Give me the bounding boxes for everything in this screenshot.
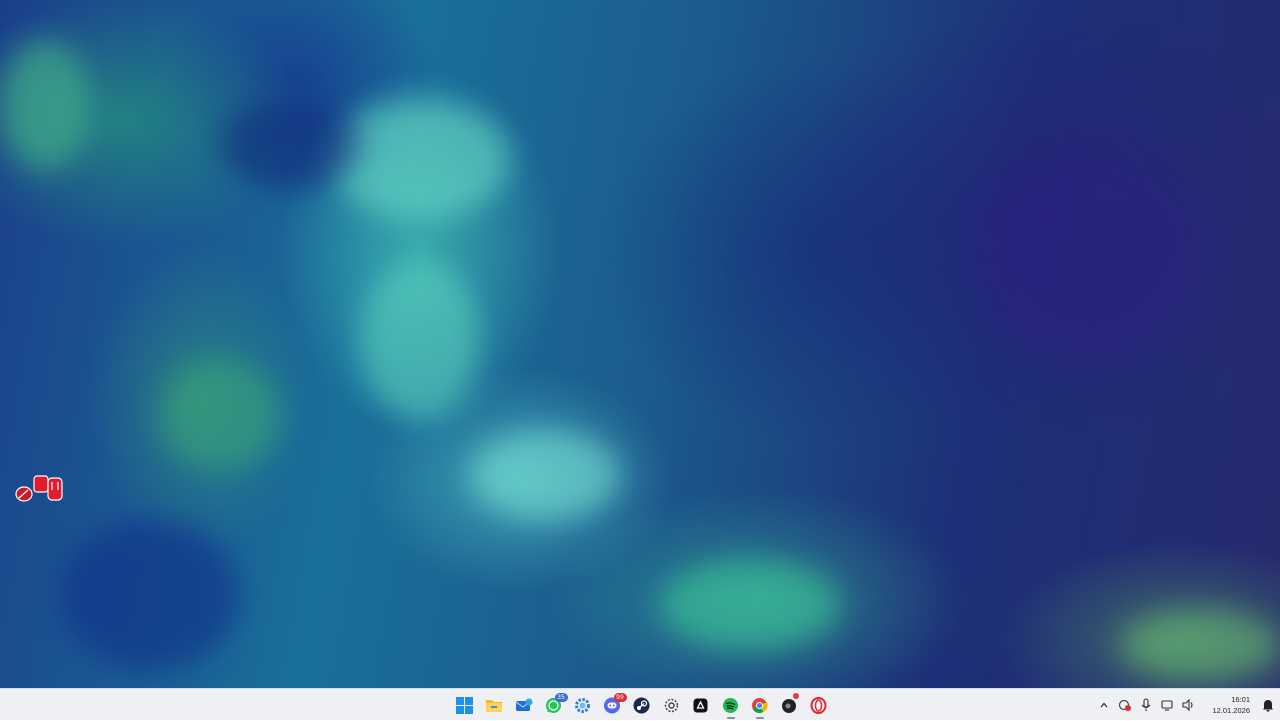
vpn-tray-button[interactable] <box>1114 690 1135 720</box>
clock-time: 16:01 <box>1231 695 1250 704</box>
mail-app-icon <box>515 698 533 711</box>
network-icon <box>1160 700 1173 711</box>
spotify-button[interactable] <box>716 690 746 720</box>
volume-tray-button[interactable] <box>1177 690 1198 720</box>
opera-icon <box>810 696 827 714</box>
notification-bell-icon <box>1263 700 1273 712</box>
steam-icon <box>633 697 650 713</box>
clock[interactable]: 16:01 12.01.2026 <box>1198 690 1256 720</box>
settings-gear-icon <box>575 697 591 713</box>
file-explorer-button[interactable] <box>480 690 510 720</box>
chevron-up-icon <box>1100 702 1107 708</box>
show-hidden-icons-button[interactable] <box>1093 690 1114 720</box>
microphone-tray-button[interactable] <box>1135 690 1156 720</box>
dark-app-button[interactable] <box>775 690 805 720</box>
file-explorer-icon <box>486 700 503 712</box>
app-shortcut-icon <box>15 475 63 502</box>
chrome-icon <box>752 697 768 713</box>
opera-button[interactable] <box>804 690 834 720</box>
whatsapp-badge: 35 <box>554 693 568 702</box>
spotify-icon <box>722 697 738 713</box>
taskbar-pinned-apps: 35 99 <box>450 689 834 721</box>
system-tray: 16:01 12.01.2026 <box>1093 689 1280 721</box>
recorder-button[interactable] <box>657 690 687 720</box>
discord-badge: 99 <box>613 693 627 702</box>
network-tray-button[interactable] <box>1156 690 1177 720</box>
vpn-shield-icon <box>1118 699 1131 711</box>
windows-start-icon <box>456 696 474 714</box>
volume-icon <box>1181 698 1193 712</box>
discord-button[interactable]: 99 <box>598 690 628 720</box>
start-button[interactable] <box>450 690 480 720</box>
taskbar: 35 99 16:01 12.01.2026 <box>0 688 1280 720</box>
chrome-button[interactable] <box>745 690 775 720</box>
mail-button[interactable] <box>509 690 539 720</box>
desktop-wallpaper[interactable] <box>0 0 1280 688</box>
steam-button[interactable] <box>627 690 657 720</box>
epic-games-icon <box>693 698 708 712</box>
desktop-shortcut[interactable] <box>12 470 68 510</box>
whatsapp-button[interactable]: 35 <box>539 690 569 720</box>
recorder-icon <box>664 698 678 712</box>
epic-button[interactable] <box>686 690 716 720</box>
notifications-button[interactable] <box>1256 690 1280 720</box>
notification-dot <box>792 693 799 699</box>
app-dark-icon <box>781 698 796 713</box>
clock-date: 12.01.2026 <box>1212 706 1250 715</box>
settings-button[interactable] <box>568 690 598 720</box>
microphone-icon <box>1141 698 1150 711</box>
